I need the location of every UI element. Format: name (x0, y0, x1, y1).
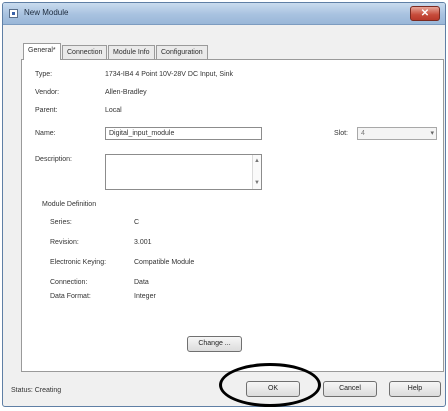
description-scrollbar[interactable]: ▲ ▼ (252, 155, 261, 189)
connection-label: Connection: (50, 279, 88, 286)
tab-connection[interactable]: Connection (62, 45, 108, 59)
slot-select[interactable]: 4 ▾ (357, 127, 437, 140)
change-button[interactable]: Change ... (187, 336, 242, 352)
electronic-keying-value: Compatible Module (134, 259, 195, 266)
status-text: Status: Creating (11, 387, 62, 394)
vendor-value: Allen-Bradley (105, 89, 147, 96)
scroll-down-icon[interactable]: ▼ (254, 180, 260, 186)
revision-label: Revision: (50, 239, 79, 246)
tab-configuration[interactable]: Configuration (156, 45, 208, 59)
name-input[interactable]: Digital_input_module (105, 127, 262, 140)
description-label: Description: (35, 156, 72, 163)
series-value: C (134, 219, 140, 226)
cancel-button[interactable]: Cancel (323, 381, 377, 397)
data-format-label: Data Format: (50, 293, 91, 300)
connection-value: Data (134, 279, 149, 286)
data-format-value: Integer (134, 293, 156, 300)
slot-value: 4 (361, 130, 365, 137)
ok-button[interactable]: OK (246, 381, 300, 397)
module-definition-heading: Module Definition (42, 201, 97, 208)
title-bar[interactable]: New Module ✕ (3, 3, 445, 25)
chevron-down-icon: ▾ (430, 130, 434, 137)
close-button[interactable]: ✕ (410, 6, 440, 21)
scroll-up-icon[interactable]: ▲ (254, 158, 260, 164)
electronic-keying-label: Electronic Keying: (50, 259, 107, 266)
window-title: New Module (24, 8, 69, 17)
type-label: Type: (35, 71, 53, 78)
vendor-label: Vendor: (35, 89, 60, 96)
slot-label: Slot: (334, 130, 349, 137)
name-label: Name: (35, 130, 56, 137)
tab-general[interactable]: General* (23, 43, 61, 60)
parent-value: Local (105, 107, 122, 114)
general-tab-panel: Type: 1734-IB4 4 Point 10V-28V DC Input,… (21, 59, 444, 372)
new-module-dialog: New Module ✕ General* Connection Module … (2, 2, 446, 407)
series-label: Series: (50, 219, 72, 226)
description-textarea[interactable]: ▲ ▼ (105, 154, 262, 190)
window-icon (9, 9, 18, 18)
help-button[interactable]: Help (389, 381, 441, 397)
parent-label: Parent: (35, 107, 58, 114)
revision-value: 3.001 (134, 239, 152, 246)
type-value: 1734-IB4 4 Point 10V-28V DC Input, Sink (105, 71, 234, 78)
tab-module-info[interactable]: Module Info (108, 45, 155, 59)
